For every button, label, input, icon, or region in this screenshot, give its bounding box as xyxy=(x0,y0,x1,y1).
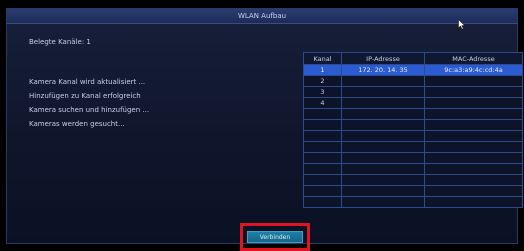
cell-mac xyxy=(424,130,523,142)
column-header-kanal: Kanal xyxy=(303,52,342,65)
status-line: Kamera Kanal wird aktualisiert ... xyxy=(29,78,146,86)
cell-kanal: 1 xyxy=(303,64,342,76)
cell-kanal xyxy=(303,185,342,197)
table-row[interactable] xyxy=(303,152,523,164)
cell-kanal xyxy=(303,196,342,208)
cell-mac xyxy=(424,152,523,164)
cell-ip xyxy=(341,108,425,120)
cell-mac xyxy=(424,185,523,197)
cell-ip xyxy=(341,119,425,131)
cell-kanal xyxy=(303,108,342,120)
table-row[interactable] xyxy=(303,185,523,197)
status-line: Kameras werden gesucht... xyxy=(29,120,125,128)
cell-mac xyxy=(424,163,523,175)
camera-table: Kanal IP-Adresse MAC-Adresse 1 172. 20. 1… xyxy=(303,52,523,208)
cell-kanal xyxy=(303,141,342,153)
cell-mac xyxy=(424,108,523,120)
column-header-mac: MAC-Adresse xyxy=(424,52,523,65)
dialog-titlebar: WLAN Aufbau xyxy=(7,9,517,24)
cell-mac xyxy=(424,196,523,208)
screen-background: WLAN Aufbau Belegte Kanäle: 1 Kamera Kan… xyxy=(0,0,524,251)
cell-kanal: 2 xyxy=(303,75,342,87)
table-row[interactable] xyxy=(303,119,523,131)
occupied-channels-label: Belegte Kanäle: 1 xyxy=(29,38,91,46)
cell-kanal xyxy=(303,163,342,175)
cell-ip xyxy=(341,196,425,208)
cell-ip xyxy=(341,174,425,186)
dialog-title: WLAN Aufbau xyxy=(237,12,287,20)
cell-mac xyxy=(424,119,523,131)
status-list: Kamera Kanal wird aktualisiert ... Hinzu… xyxy=(29,75,149,131)
cell-kanal xyxy=(303,152,342,164)
connect-button[interactable]: Verbinden xyxy=(247,231,303,243)
table-row[interactable] xyxy=(303,108,523,120)
table-row[interactable] xyxy=(303,163,523,175)
table-row[interactable] xyxy=(303,141,523,153)
cell-kanal: 3 xyxy=(303,86,342,98)
cell-mac: 9c:a3:a9:4c:cd:4a xyxy=(424,64,523,76)
cell-kanal xyxy=(303,119,342,131)
table-row[interactable]: 2 xyxy=(303,75,523,87)
cell-ip xyxy=(341,75,425,87)
cell-ip: 172. 20. 14. 35 xyxy=(341,64,425,76)
cell-ip xyxy=(341,185,425,197)
button-highlight-frame: Verbinden xyxy=(240,223,310,251)
cell-mac xyxy=(424,174,523,186)
column-header-ip: IP-Adresse xyxy=(341,52,425,65)
cell-ip xyxy=(341,152,425,164)
table-row[interactable] xyxy=(303,196,523,208)
table-row[interactable]: 3 xyxy=(303,86,523,98)
cell-ip xyxy=(341,97,425,109)
cell-mac xyxy=(424,75,523,87)
table-row[interactable] xyxy=(303,174,523,186)
cell-kanal: 4 xyxy=(303,97,342,109)
mouse-cursor-icon xyxy=(458,19,466,30)
table-row[interactable]: 4 xyxy=(303,97,523,109)
cell-mac xyxy=(424,86,523,98)
cell-mac xyxy=(424,97,523,109)
status-line: Hinzufügen zu Kanal erfolgreich xyxy=(29,92,141,100)
table-header-row: Kanal IP-Adresse MAC-Adresse xyxy=(303,52,523,65)
cell-mac xyxy=(424,141,523,153)
table-row[interactable]: 1 172. 20. 14. 35 9c:a3:a9:4c:cd:4a xyxy=(303,64,523,76)
status-line: Kamera suchen und hinzufügen ... xyxy=(29,106,150,114)
cell-ip xyxy=(341,163,425,175)
cell-kanal xyxy=(303,130,342,142)
cell-ip xyxy=(341,141,425,153)
table-row[interactable] xyxy=(303,130,523,142)
wlan-setup-dialog: WLAN Aufbau Belegte Kanäle: 1 Kamera Kan… xyxy=(6,8,523,251)
cell-kanal xyxy=(303,174,342,186)
cell-ip xyxy=(341,130,425,142)
cell-ip xyxy=(341,86,425,98)
